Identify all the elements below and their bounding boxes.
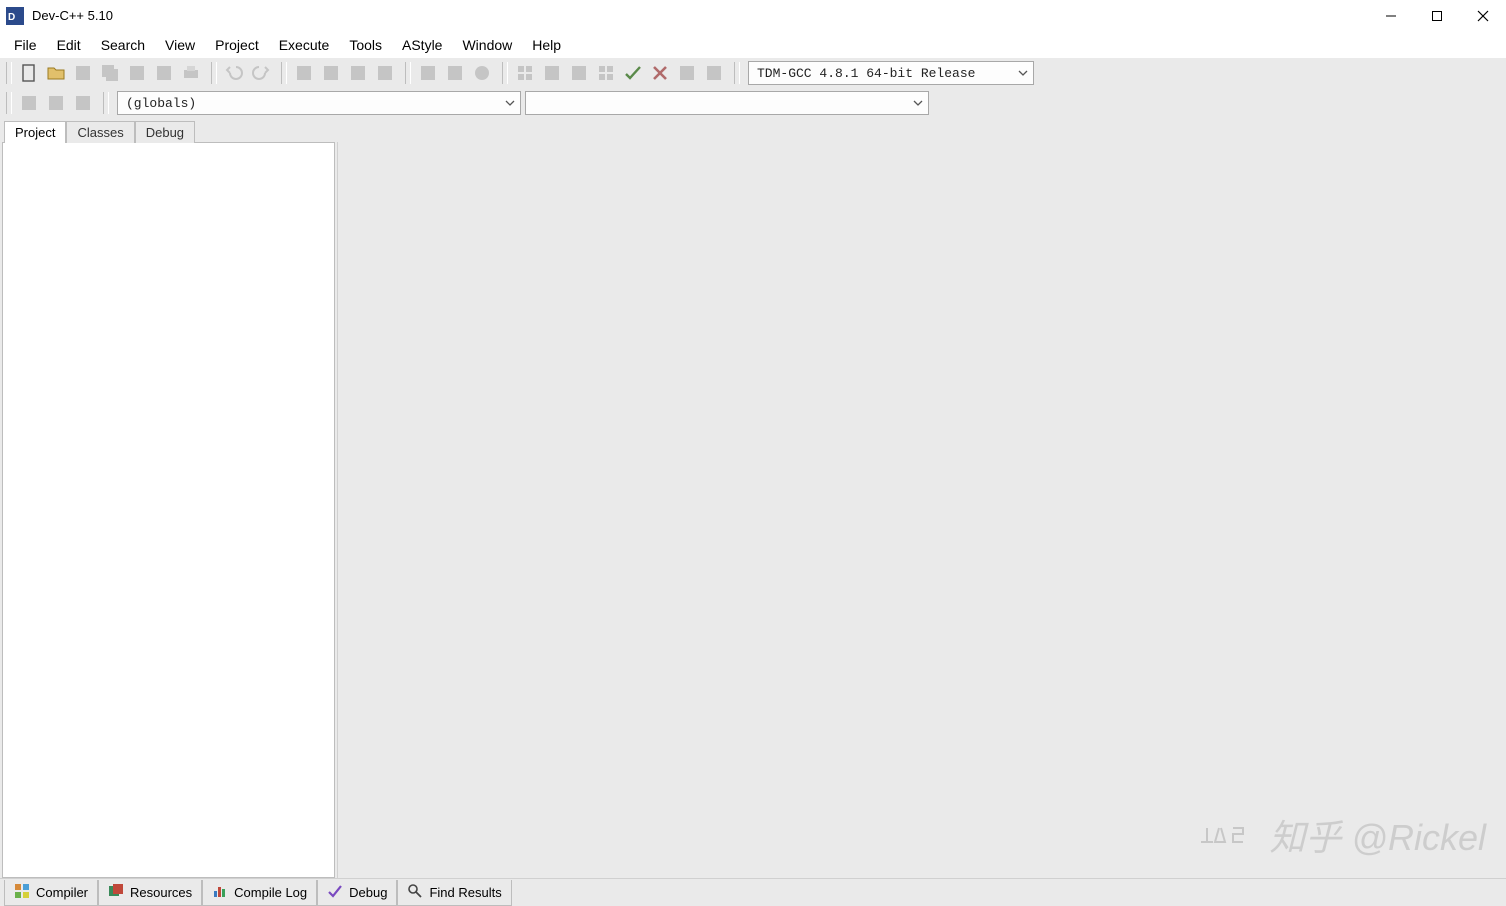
minimize-button[interactable] — [1368, 0, 1414, 32]
scope-select-value: (globals) — [126, 96, 196, 111]
editor-area[interactable] — [337, 142, 1506, 878]
left-panel-tabs: Project Classes Debug — [0, 118, 1506, 142]
bookmark-next-icon[interactable] — [469, 60, 495, 86]
menu-search[interactable]: Search — [91, 34, 155, 56]
delete-profile-icon[interactable] — [701, 60, 727, 86]
workspace — [0, 142, 1506, 878]
chevron-down-icon — [912, 97, 924, 109]
tab-label: Debug — [349, 885, 387, 900]
chart-icon — [212, 883, 228, 902]
tab-debug-output[interactable]: Debug — [317, 880, 397, 906]
tab-resources[interactable]: Resources — [98, 880, 202, 906]
menu-file[interactable]: File — [4, 34, 47, 56]
new-file-icon[interactable] — [16, 60, 42, 86]
save-all-icon[interactable] — [97, 60, 123, 86]
tab-label: Resources — [130, 885, 192, 900]
bookmark-prev-icon[interactable] — [442, 60, 468, 86]
compile-run-icon[interactable] — [566, 60, 592, 86]
maximize-button[interactable] — [1414, 0, 1460, 32]
output-tabs: Compiler Resources Compile Log Debug Fin… — [0, 878, 1506, 906]
tab-debug[interactable]: Debug — [135, 121, 195, 143]
chevron-down-icon — [504, 97, 516, 109]
new-class-icon[interactable] — [16, 90, 42, 116]
grid-icon — [14, 883, 30, 902]
save-icon[interactable] — [70, 60, 96, 86]
menu-astyle[interactable]: AStyle — [392, 34, 452, 56]
toolbar-main: TDM-GCC 4.8.1 64-bit Release — [0, 58, 1506, 88]
tab-label: Compile Log — [234, 885, 307, 900]
rebuild-icon[interactable] — [593, 60, 619, 86]
goto-line-icon[interactable] — [372, 60, 398, 86]
menu-bar: File Edit Search View Project Execute To… — [0, 32, 1506, 58]
open-file-icon[interactable] — [43, 60, 69, 86]
menu-edit[interactable]: Edit — [47, 34, 91, 56]
project-tree[interactable] — [2, 142, 335, 878]
cancel-icon[interactable] — [647, 60, 673, 86]
scope-select[interactable]: (globals) — [117, 91, 521, 115]
tab-find-results[interactable]: Find Results — [397, 880, 511, 906]
menu-window[interactable]: Window — [452, 34, 522, 56]
close-all-icon[interactable] — [151, 60, 177, 86]
menu-execute[interactable]: Execute — [269, 34, 340, 56]
compile-icon[interactable] — [512, 60, 538, 86]
undo-icon[interactable] — [221, 60, 247, 86]
tab-compile-log[interactable]: Compile Log — [202, 880, 317, 906]
symbol-select[interactable] — [525, 91, 929, 115]
search-icon — [407, 883, 423, 902]
tab-project[interactable]: Project — [4, 121, 66, 143]
chevron-down-icon — [1017, 67, 1029, 79]
print-icon[interactable] — [178, 60, 204, 86]
class-browse-icon[interactable] — [43, 90, 69, 116]
compiler-select-value: TDM-GCC 4.8.1 64-bit Release — [757, 66, 975, 81]
run-icon[interactable] — [539, 60, 565, 86]
find-next-icon[interactable] — [345, 60, 371, 86]
resources-icon — [108, 883, 124, 902]
find-icon[interactable] — [291, 60, 317, 86]
close-button[interactable] — [1460, 0, 1506, 32]
tab-compiler[interactable]: Compiler — [4, 880, 98, 906]
svg-text:D: D — [8, 12, 15, 23]
toolbar-classes: (globals) — [0, 88, 1506, 118]
tab-label: Find Results — [429, 885, 501, 900]
window-title: Dev-C++ 5.10 — [32, 8, 113, 23]
title-bar: D Dev-C++ 5.10 — [0, 0, 1506, 32]
check-icon — [327, 883, 343, 902]
menu-view[interactable]: View — [155, 34, 205, 56]
app-icon: D — [6, 7, 24, 25]
compiler-select[interactable]: TDM-GCC 4.8.1 64-bit Release — [748, 61, 1034, 85]
redo-icon[interactable] — [248, 60, 274, 86]
tab-classes[interactable]: Classes — [66, 121, 134, 143]
tab-label: Compiler — [36, 885, 88, 900]
apply-icon[interactable] — [620, 60, 646, 86]
replace-icon[interactable] — [318, 60, 344, 86]
menu-project[interactable]: Project — [205, 34, 269, 56]
profile-icon[interactable] — [674, 60, 700, 86]
menu-help[interactable]: Help — [522, 34, 571, 56]
close-file-icon[interactable] — [124, 60, 150, 86]
menu-tools[interactable]: Tools — [339, 34, 392, 56]
class-back-icon[interactable] — [70, 90, 96, 116]
bookmark-icon[interactable] — [415, 60, 441, 86]
